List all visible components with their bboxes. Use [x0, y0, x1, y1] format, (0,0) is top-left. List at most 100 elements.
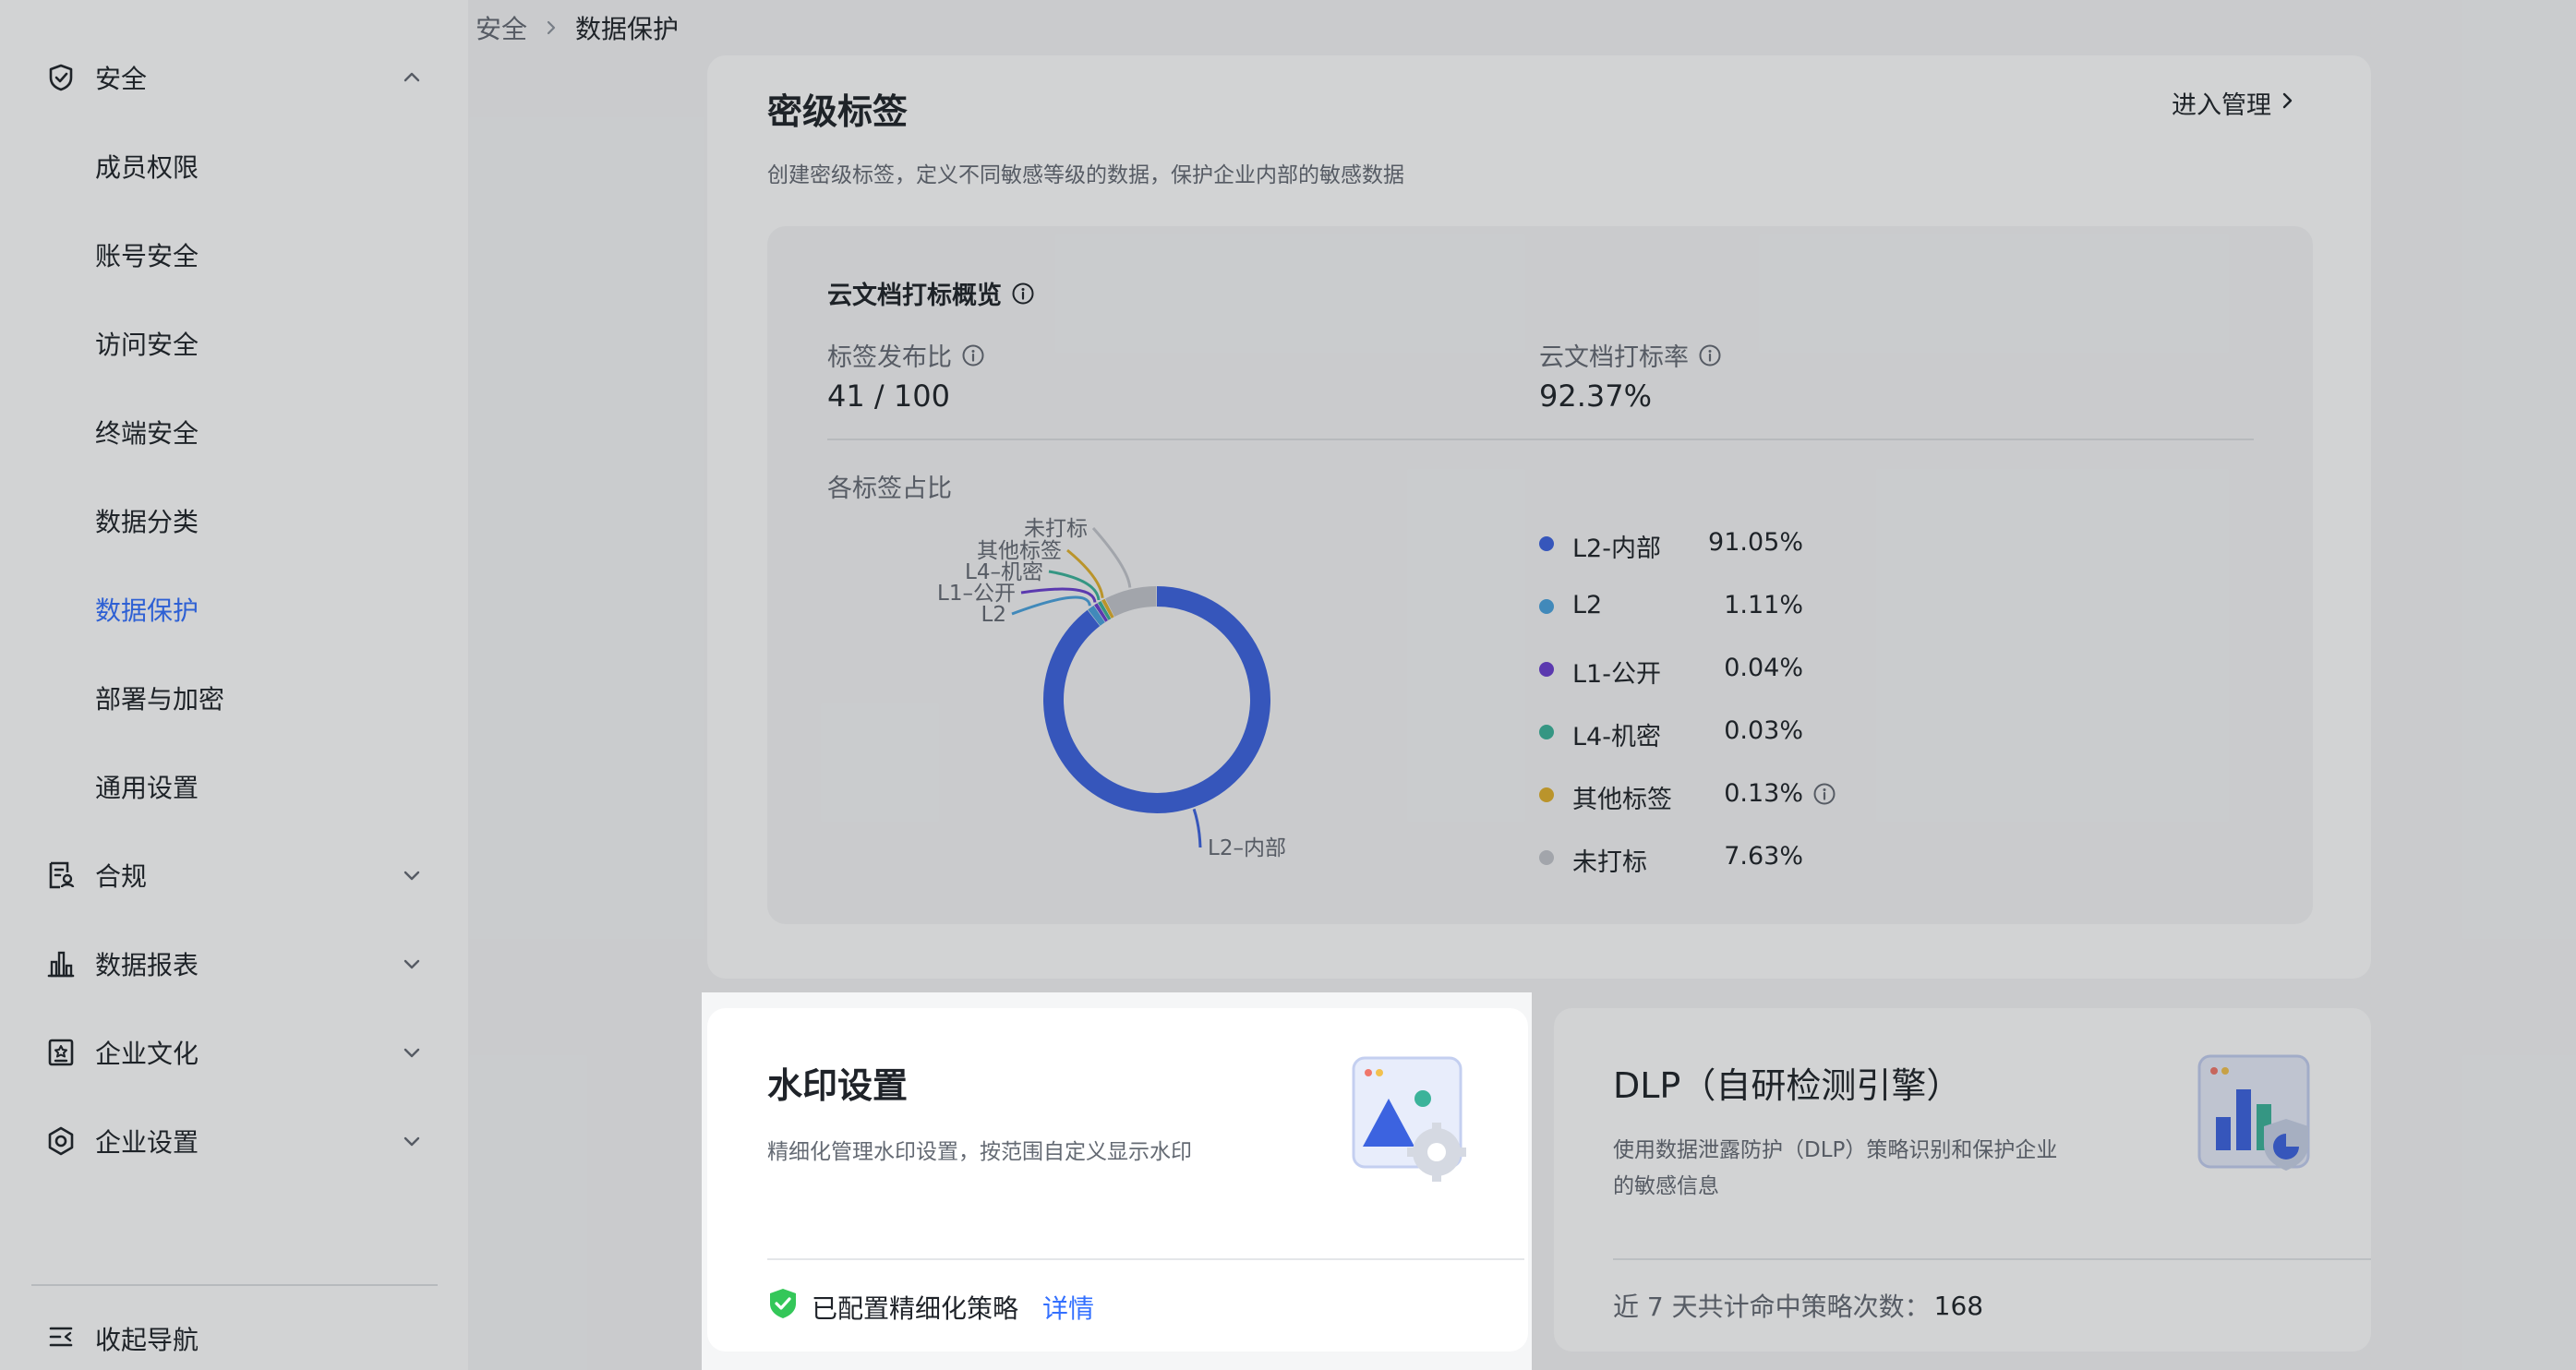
sidebar: 安全 成员权限 账号安全 访问安全 终端安全 数据分类 数据保护 部署与加密 通…: [0, 0, 468, 1370]
classification-title: 密级标签: [767, 91, 909, 132]
legend-value: 0.03%: [1724, 716, 1803, 745]
info-icon[interactable]: [961, 343, 985, 367]
sidebar-group-compliance[interactable]: 合规: [0, 831, 468, 919]
sidebar-item-general-settings[interactable]: 通用设置: [0, 742, 468, 831]
panel-divider: [827, 439, 2254, 440]
shield-icon: [42, 59, 79, 96]
overview-title: 云文档打标概览: [827, 275, 1035, 311]
publish-ratio-value: 41 / 100: [827, 379, 950, 414]
legend-value: 7.63%: [1724, 842, 1803, 871]
chevron-right-icon: [2281, 89, 2295, 117]
legend-item: 未打标 7.63%: [1535, 838, 1803, 877]
tag-rate-label: 云文档打标率: [1539, 337, 1722, 373]
sidebar-group-security[interactable]: 安全: [0, 33, 468, 122]
legend-item: L1-公开 0.04%: [1535, 650, 1803, 689]
watermark-illustration-icon: [1352, 1056, 1466, 1182]
sidebar-item-account-security[interactable]: 账号安全: [0, 210, 468, 299]
classification-description: 创建密级标签，定义不同敏感等级的数据，保护企业内部的敏感数据: [767, 163, 1404, 187]
donut-slice-0[interactable]: [1043, 586, 1270, 813]
sidebar-item-data-protection[interactable]: 数据保护: [0, 565, 468, 654]
breadcrumb-current: 数据保护: [575, 14, 680, 44]
legend-swatch: [1539, 599, 1554, 614]
chevron-down-icon[interactable]: [395, 1036, 428, 1069]
sidebar-item-label: 部署与加密: [95, 684, 225, 715]
watermark-status: 已配置精细化策略 详情: [767, 1287, 1094, 1327]
callout-line-1: [1011, 595, 1091, 616]
sidebar-group-label: 企业设置: [95, 1127, 199, 1158]
callout-line-0: [1192, 808, 1202, 848]
overview-title-text: 云文档打标概览: [827, 282, 1002, 310]
sidebar-item-data-classification[interactable]: 数据分类: [0, 476, 468, 565]
callout-line-5: [1091, 527, 1132, 588]
watermark-detail-link[interactable]: 详情: [1042, 1289, 1094, 1326]
legend-value: 91.05%: [1708, 528, 1803, 557]
sidebar-item-device-security[interactable]: 终端安全: [0, 388, 468, 476]
sidebar-group-enterprise-settings[interactable]: 企业设置: [0, 1097, 468, 1185]
tag-rate-label-text: 云文档打标率: [1539, 343, 1689, 372]
sidebar-item-label: 成员权限: [95, 152, 199, 183]
legend-swatch: [1539, 725, 1554, 739]
callout-label-2: L1–公开: [937, 582, 1016, 606]
app-window: 安全 成员权限 账号安全 访问安全 终端安全 数据分类 数据保护 部署与加密 通…: [0, 0, 2576, 1370]
sidebar-item-label: 终端安全: [95, 418, 199, 449]
donut-slice-3[interactable]: [1097, 600, 1112, 620]
info-icon[interactable]: [1698, 343, 1722, 367]
sidebar-group-culture[interactable]: 企业文化: [0, 1008, 468, 1097]
info-icon[interactable]: [1011, 282, 1035, 306]
sidebar-item-label: 通用设置: [95, 773, 199, 803]
tag-rate-value: 92.37%: [1539, 379, 1653, 414]
dlp-card-divider: [1613, 1258, 2371, 1260]
dlp-stat: 近 7 天共计命中策略次数： 168: [1613, 1287, 1983, 1324]
sidebar-group-label: 合规: [95, 861, 148, 892]
donut-slice-1[interactable]: [1088, 605, 1105, 626]
collapse-nav-button[interactable]: 收起导航: [0, 1296, 468, 1370]
dlp-stat-label: 近 7 天共计命中策略次数：: [1613, 1292, 1931, 1322]
chevron-down-icon[interactable]: [395, 1124, 428, 1158]
manage-link-label: 进入管理: [2172, 91, 2271, 120]
sidebar-item-label: 账号安全: [95, 241, 199, 271]
legend-swatch: [1539, 850, 1554, 865]
publish-ratio-label: 标签发布比: [827, 337, 985, 373]
chevron-up-icon[interactable]: [395, 61, 428, 94]
watermark-card-divider: [767, 1258, 1524, 1260]
donut-slice-2[interactable]: [1094, 603, 1109, 622]
legend-value: 1.11%: [1724, 591, 1803, 619]
watermark-status-text: 已配置精细化策略: [812, 1292, 1019, 1324]
legend-swatch: [1539, 787, 1554, 802]
legend-value: 0.04%: [1724, 654, 1803, 682]
legend-item: L4-机密 0.03%: [1535, 713, 1803, 751]
callout-label-3: L4–机密: [965, 560, 1043, 584]
dlp-illustration-icon: [2197, 1054, 2310, 1171]
info-icon[interactable]: [1812, 782, 1836, 812]
manage-link[interactable]: 进入管理: [2172, 85, 2295, 121]
chevron-down-icon[interactable]: [395, 947, 428, 980]
sidebar-divider: [31, 1284, 438, 1286]
compliance-icon: [42, 857, 79, 894]
chevron-down-icon[interactable]: [395, 859, 428, 892]
donut-slice-5[interactable]: [1105, 586, 1157, 618]
sidebar-item-label: 访问安全: [95, 330, 199, 360]
settings-icon: [42, 1123, 79, 1160]
tag-distribution-donut-chart: L2–内部 L2L1–公开L4–机密其他标签未打标: [937, 517, 1286, 860]
callout-label-4: 其他标签: [977, 539, 1062, 563]
breadcrumb: 安全 数据保护: [475, 9, 679, 46]
legend-swatch: [1539, 662, 1554, 677]
chevron-right-icon: [544, 18, 559, 37]
sidebar-group-label: 安全: [95, 64, 148, 94]
legend-value: 0.13%: [1724, 779, 1803, 808]
bar-chart-icon: [42, 945, 79, 982]
sidebar-item-deploy-encryption[interactable]: 部署与加密: [0, 654, 468, 742]
distribution-label: 各标签占比: [827, 475, 952, 503]
legend-swatch: [1539, 536, 1554, 551]
sidebar-group-label: 数据报表: [95, 950, 199, 980]
legend-item: L2-内部 91.05%: [1535, 524, 1803, 563]
donut-slice-4[interactable]: [1101, 598, 1114, 619]
sidebar-item-member-permissions[interactable]: 成员权限: [0, 122, 468, 210]
watermark-description: 精细化管理水印设置，按范围自定义显示水印: [767, 1140, 1192, 1164]
callout-label-5: 未打标: [1024, 517, 1088, 541]
sidebar-item-access-security[interactable]: 访问安全: [0, 299, 468, 388]
sidebar-group-data-reports[interactable]: 数据报表: [0, 919, 468, 1008]
sidebar-item-label: 数据分类: [95, 507, 199, 537]
sidebar-item-label: 数据保护: [95, 595, 199, 626]
breadcrumb-parent[interactable]: 安全: [475, 9, 527, 46]
